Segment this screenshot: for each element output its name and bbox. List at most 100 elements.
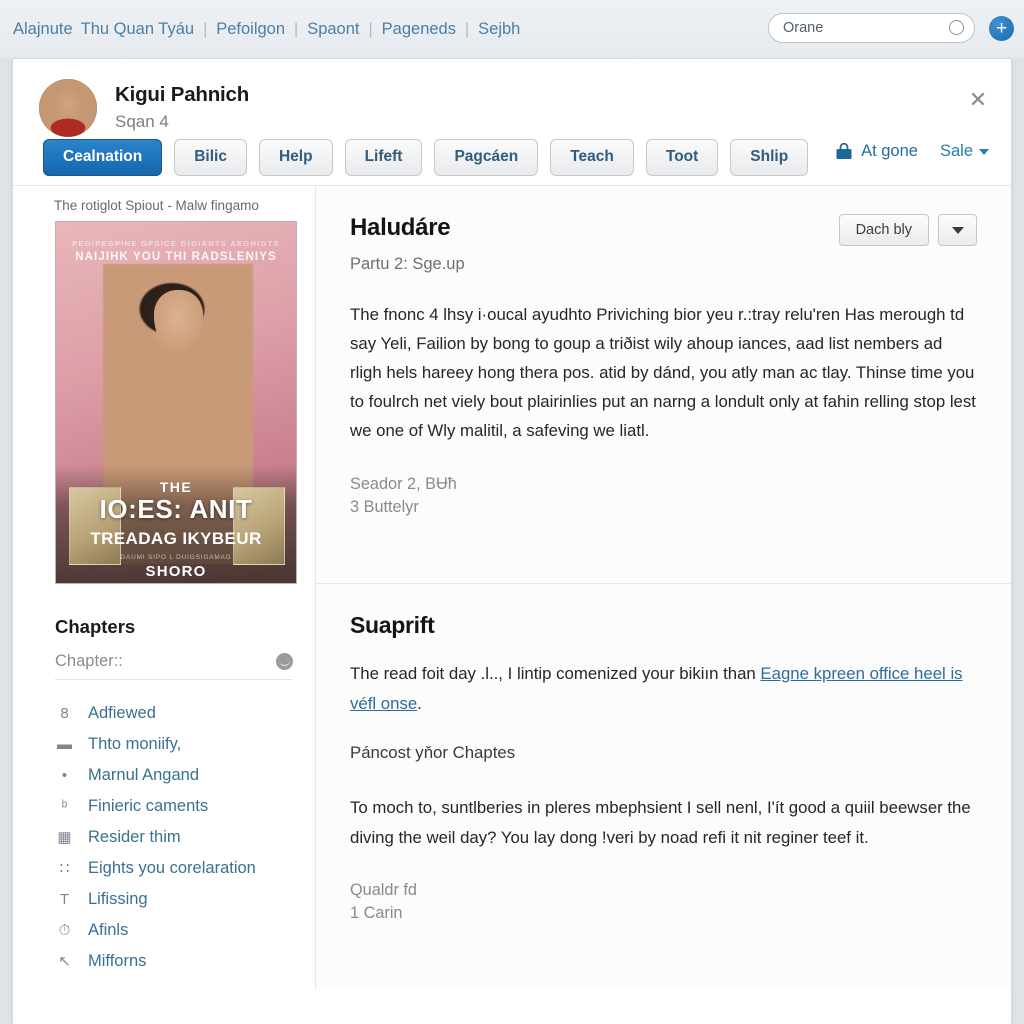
list-item[interactable]: ᵇ Finieric caments: [55, 791, 295, 822]
section-meta: Qualdr fd 1 Carin: [350, 881, 977, 923]
at-gone-link[interactable]: At gone: [835, 142, 918, 161]
section-meta: Seador 2, BɄħ 3 Buttelyr: [350, 475, 977, 517]
sidebar-item-label: Finieric caments: [88, 797, 209, 815]
chevron-down-icon: [979, 148, 989, 155]
section-note-text: Páncost yňor Chaptes: [350, 743, 516, 762]
close-icon[interactable]: ✕: [965, 87, 991, 113]
book-caption: The rotiglot Spiout - Malw fingamo: [54, 198, 259, 213]
section-body-text-2: To moch to, suntlberies in pleres mbephs…: [350, 798, 971, 847]
sidebar-item-label: Lifissing: [88, 890, 148, 908]
location-pin-icon: •: [61, 767, 68, 784]
section-title-block: Haludáre Partu 2: Sge.up: [350, 214, 465, 274]
top-navigation-bar: Alajnute Thu Quan Tyáu | Pefoilgon | Spa…: [0, 0, 1024, 58]
cover-the-word: THE: [159, 479, 193, 495]
caret-down-icon: [951, 226, 964, 234]
tab-teach[interactable]: Teach: [550, 138, 634, 176]
pointer-icon: ↖: [58, 953, 71, 970]
sale-dropdown[interactable]: Sale: [940, 142, 989, 161]
dach-bly-button[interactable]: Dach bly: [838, 214, 929, 246]
main-card: Kigui Pahnich Sqan 4 ✕ Cealnation Bilic …: [12, 58, 1012, 1024]
cover-headline: NAIJIHK YOU THI RADSLENIYS: [75, 251, 277, 263]
cover-subtitle: TREADAG IKYBEUR: [90, 529, 262, 548]
cover-brand: SHORO: [145, 563, 207, 580]
tab-bar-right-cluster: At gone Sale: [835, 142, 989, 161]
number-8-icon: 8: [60, 705, 69, 722]
chapter-input-row[interactable]: Chapter::: [55, 652, 293, 680]
top-nav-links: Alajnute Thu Quan Tyáu | Pefoilgon | Spa…: [0, 20, 524, 39]
list-item[interactable]: ↖ Mifforns: [55, 946, 295, 977]
list-item[interactable]: T Lifissing: [55, 884, 295, 915]
book-cover-image[interactable]: PEGIPEGPINE GPSICE GIGIANTS AEGHIGTS NAI…: [55, 221, 297, 584]
tab-pagcaen[interactable]: Pagcáen: [434, 138, 539, 176]
section-title: Suaprift: [350, 612, 435, 638]
section-body-text: The fnonc 4 lhsy i·oucal ayudhto Privich…: [350, 305, 976, 440]
para-text-after: .: [417, 694, 422, 713]
page-title: Kigui Pahnich: [115, 83, 250, 106]
meta-line: 1 Carin: [350, 904, 403, 922]
search-icon[interactable]: [949, 20, 964, 35]
list-item[interactable]: ▬ Thto moniify,: [55, 729, 295, 760]
nav-separator: |: [368, 20, 373, 38]
nav-link-sejbh[interactable]: Sejbh: [474, 20, 524, 39]
section-actions: Dach bly: [838, 214, 977, 246]
tab-help[interactable]: Help: [258, 138, 333, 176]
tab-cealnation[interactable]: Cealnation: [43, 138, 163, 176]
list-item[interactable]: ▦ Resider thim: [55, 822, 295, 853]
sidebar-item-label: Mifforns: [88, 952, 147, 970]
tab-shlip[interactable]: Shlip: [730, 138, 809, 176]
sale-label: Sale: [939, 142, 973, 160]
section-header: Haludáre Partu 2: Sge.up Dach bly: [350, 214, 977, 274]
chapter-status-badge[interactable]: [276, 653, 293, 670]
tab-lifeft[interactable]: Lifeft: [344, 138, 423, 176]
sidebar-item-label: Adfiewed: [88, 704, 156, 722]
sidebar-item-label: Eights you corelaration: [88, 859, 256, 877]
section-suaprift: Suaprift The read foit day .l.., I linti…: [316, 584, 1011, 943]
nav-link-alajnute[interactable]: Alajnute: [9, 20, 77, 39]
timer-icon: ⏱: [58, 922, 71, 939]
top-bar-right-cluster: +: [768, 13, 1014, 43]
tab-bar: Cealnation Bilic Help Lifeft Pagcáen Tea…: [13, 129, 1011, 185]
sidebar-item-label: Thto moniify,: [88, 735, 182, 753]
section-haludare: Haludáre Partu 2: Sge.up Dach bly The fn…: [316, 186, 1011, 584]
person-icon: ᵇ: [61, 798, 68, 815]
list-item[interactable]: 8 Adfiewed: [55, 698, 295, 729]
list-item[interactable]: • Marnul Angand: [55, 760, 295, 791]
nav-link-spaont[interactable]: Spaont: [303, 20, 363, 39]
sidebar-item-label: Afinls: [88, 921, 129, 939]
list-item[interactable]: ⏱ Afinls: [55, 915, 295, 946]
add-button[interactable]: +: [989, 15, 1014, 41]
chapters-heading: Chapters: [55, 616, 136, 637]
nav-separator: |: [203, 20, 208, 38]
tab-bilic[interactable]: Bilic: [174, 138, 247, 176]
nav-link-pefoilgon[interactable]: Pefoilgon: [212, 20, 289, 39]
tab-toot[interactable]: Toot: [645, 138, 719, 176]
search-input[interactable]: [768, 13, 975, 43]
cover-kicker: PEGIPEGPINE GPSICE GIGIANTS AEGHIGTS: [72, 239, 280, 248]
bag-icon: [836, 143, 852, 159]
sidebar-item-label: Marnul Angand: [88, 766, 199, 784]
nav-separator: |: [464, 20, 470, 38]
profile-text-block: Kigui Pahnich Sqan 4: [97, 79, 249, 132]
section-subtitle: Partu 2: Sge.up: [350, 255, 465, 273]
dach-bly-dropdown-button[interactable]: [938, 214, 977, 246]
meta-line: Qualdr fd: [350, 881, 417, 899]
main-content: Haludáre Partu 2: Sge.up Dach bly The fn…: [316, 186, 1011, 989]
nav-separator: |: [294, 20, 299, 38]
text-tool-icon: T: [59, 891, 70, 908]
meta-line: Seador 2, BɄħ: [350, 475, 457, 493]
section-body-text: The read foit day .l.., I lintip comeniz…: [350, 659, 977, 719]
sidebar-item-label: Resider thim: [88, 828, 181, 846]
grid-icon: ∷: [59, 860, 70, 877]
nav-link-pageneds[interactable]: Pageneds: [378, 20, 460, 39]
section-title: Haludáre: [350, 214, 451, 241]
search-field-wrapper: [768, 13, 975, 43]
chapter-input-placeholder: Chapter::: [55, 652, 123, 670]
monitor-icon: ▬: [57, 736, 72, 753]
cover-tagline: DAUMI SIPO L DUIGSIGAMAG: [120, 554, 232, 561]
content-split: The rotiglot Spiout - Malw fingamo PEGIP…: [13, 185, 1011, 989]
para-text-before: The read foit day .l.., I lintip comeniz…: [350, 664, 761, 683]
profile-header: Kigui Pahnich Sqan 4 ✕: [13, 59, 1011, 137]
list-item[interactable]: ∷ Eights you corelaration: [55, 853, 295, 884]
layout-icon: ▦: [57, 829, 72, 846]
nav-link-thu-quan-tyau[interactable]: Thu Quan Tyáu: [77, 20, 198, 39]
